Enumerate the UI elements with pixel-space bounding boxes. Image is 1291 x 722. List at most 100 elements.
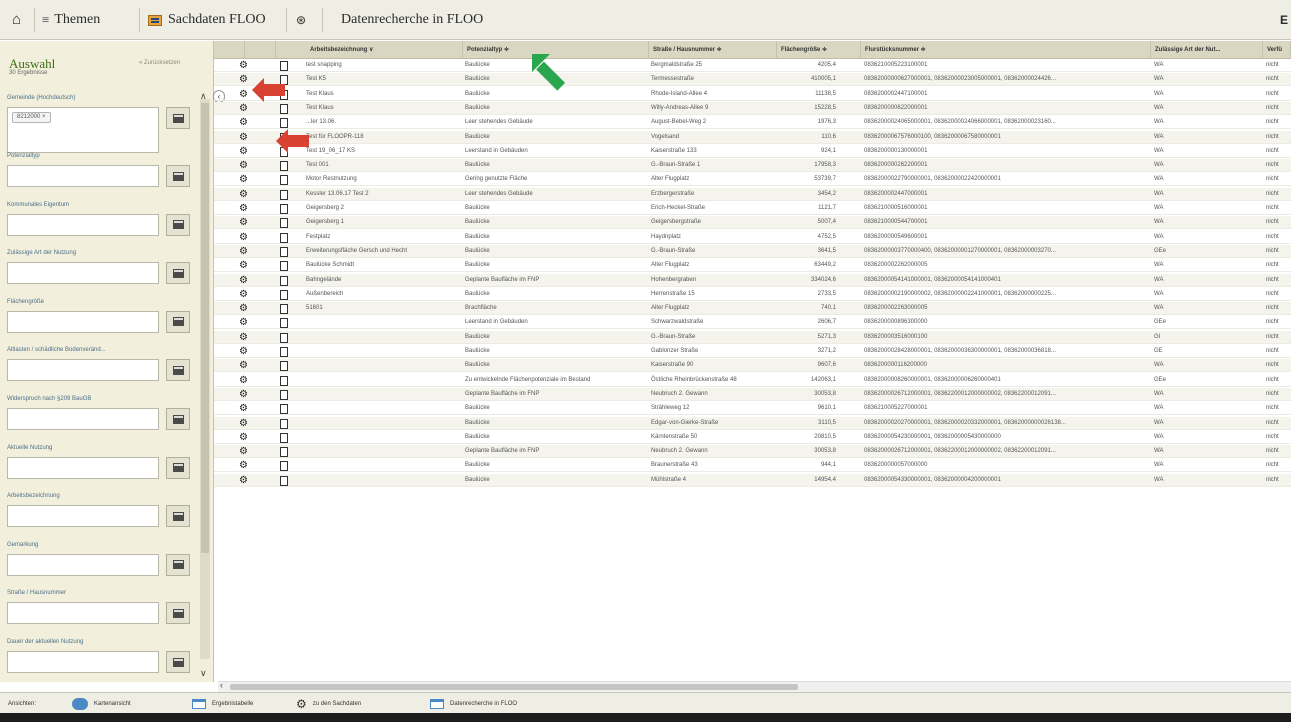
gear-icon[interactable]: ⚙ — [239, 331, 248, 344]
gear-icon[interactable]: ⚙ — [239, 245, 248, 258]
document-icon[interactable] — [280, 175, 288, 186]
gear-icon[interactable]: ⚙ — [239, 388, 248, 401]
filter-picker-button[interactable] — [166, 262, 190, 285]
toolbar-right-icon[interactable]: E — [1280, 0, 1288, 40]
table-row[interactable]: ⚙ Geplante Baufläche im FNP Neubruch 2. Ge… — [214, 387, 1291, 401]
gear-icon[interactable]: ⚙ — [239, 402, 248, 415]
gear-icon[interactable]: ⚙ — [239, 374, 248, 387]
gear-icon[interactable]: ⚙ — [239, 474, 248, 487]
filter-picker-button[interactable] — [166, 651, 190, 673]
table-row[interactable]: ⚙ Festplatz Baulücke Haydnplatz 4752,5 083620… — [214, 231, 1291, 244]
document-icon[interactable] — [280, 118, 288, 129]
document-icon[interactable] — [280, 347, 288, 357]
table-row[interactable]: ⚙ Test Klaus Baulücke Willy-Andreas-Allee 9… — [214, 101, 1291, 115]
table-row[interactable]: ⚙ Außenbereich Baulücke Herrenstraße 15 2733… — [214, 288, 1291, 301]
document-icon[interactable] — [280, 275, 288, 286]
filter-input[interactable] — [7, 651, 159, 673]
document-icon[interactable] — [280, 389, 288, 400]
table-row[interactable]: ⚙ Baulücke Schmidt Baulücke Alter Flugplatz… — [214, 259, 1291, 273]
gear-icon[interactable]: ⚙ — [239, 145, 248, 158]
horizontal-scroll-thumb[interactable] — [230, 684, 798, 690]
filter-picker-button[interactable] — [166, 359, 190, 382]
table-row[interactable]: ⚙ Zu entwickelnde Flächenpotenziale im Be… — [214, 374, 1291, 387]
gear-icon[interactable]: ⚙ — [239, 116, 248, 129]
filter-chip[interactable]: 8212000 × — [12, 112, 51, 123]
themen-button[interactable]: ≡ Themen — [42, 0, 100, 40]
document-icon[interactable] — [280, 404, 288, 415]
filter-picker-button[interactable] — [166, 310, 190, 333]
gear-icon[interactable]: ⚙ — [239, 202, 248, 215]
document-icon[interactable] — [280, 361, 288, 372]
table-row[interactable]: ⚙ Baulücke Gablonzer Straße 3271,2 083620000… — [214, 345, 1291, 358]
view-sachdaten-button[interactable]: ⚙ zu den Sachdaten — [296, 693, 361, 714]
gear-icon[interactable]: ⚙ — [239, 345, 248, 358]
table-row[interactable]: ⚙ Baulücke Braunerstraße 43 944,1 0836200000… — [214, 459, 1291, 473]
document-icon[interactable] — [280, 232, 288, 243]
table-row[interactable]: ⚙ Erweiterungsfläche Gersch und Hecht Baul… — [214, 244, 1291, 258]
document-icon[interactable] — [280, 261, 288, 272]
view-map-button[interactable]: Kartenansicht — [72, 693, 131, 714]
header-zulaessige-art[interactable]: Zulässige Art der Nut... — [1151, 41, 1263, 59]
filter-input[interactable] — [7, 262, 159, 285]
sidebar-scrollbar[interactable] — [200, 99, 210, 659]
filter-picker-button[interactable] — [166, 165, 190, 187]
gear-icon[interactable]: ⚙ — [239, 459, 248, 472]
document-icon[interactable] — [280, 304, 288, 315]
filter-picker-button[interactable] — [166, 107, 190, 129]
table-row[interactable]: ⚙ Motor Restnutzung Gering genutzte Fläche… — [214, 173, 1291, 187]
gear-icon[interactable]: ⚙ — [239, 431, 248, 444]
filter-input[interactable] — [7, 408, 159, 430]
gear-icon[interactable]: ⚙ — [239, 359, 248, 372]
gear-icon[interactable]: ⚙ — [239, 188, 248, 201]
document-icon[interactable] — [280, 418, 288, 429]
view-results-button[interactable]: Ergebnistabelle — [192, 693, 253, 714]
table-row[interactable]: ⚙ ...ler 13.06. Leer stehendes Gebäude Augu… — [214, 116, 1291, 130]
filter-picker-button[interactable] — [166, 456, 190, 479]
document-icon[interactable] — [280, 189, 288, 200]
table-row[interactable]: ⚙ Test für FLOOPR-118 Baulücke Vogelsand 110… — [214, 130, 1291, 144]
filter-input[interactable] — [7, 602, 159, 625]
horizontal-scrollbar[interactable]: ‹ — [218, 680, 1291, 692]
sachdaten-button[interactable]: Sachdaten FLOO — [148, 0, 266, 40]
filter-input[interactable] — [7, 456, 159, 479]
document-icon[interactable] — [280, 204, 288, 214]
table-row[interactable]: ⚙ Test K5 Baulücke Termessestraße 410005,1 08… — [214, 73, 1291, 87]
table-row[interactable]: ⚙ Kessler 13.06.17 Test 2 Leer stehendes G… — [214, 187, 1291, 201]
scroll-left-icon[interactable]: ‹ — [220, 680, 223, 690]
gear-icon[interactable]: ⚙ — [239, 88, 248, 101]
filter-input[interactable] — [7, 213, 159, 236]
table-row[interactable]: ⚙ Baulücke Strähleweg 12 9610,1 083621000522… — [214, 402, 1291, 416]
filter-input[interactable] — [7, 310, 159, 333]
gear-icon[interactable]: ⚙ — [239, 417, 248, 430]
gear-icon[interactable]: ⚙ — [239, 316, 248, 329]
scroll-down-icon[interactable]: ∨ — [200, 668, 207, 679]
table-row[interactable]: ⚙ Bahngelände Geplante Baufläche im FNP Hoh… — [214, 273, 1291, 287]
document-icon[interactable] — [280, 218, 288, 229]
filter-picker-button[interactable] — [166, 553, 190, 576]
header-strasse[interactable]: Straße / Hausnummer ≑ — [649, 41, 777, 59]
header-arbeitsbezeichnung[interactable]: Arbeitsbezeichnung ∨ — [306, 41, 463, 59]
table-row[interactable]: ⚙ Leerstand in Gebäuden Schwarzwaldstraße 2… — [214, 316, 1291, 330]
gear-icon[interactable]: ⚙ — [239, 159, 248, 172]
header-potenzialtyp[interactable]: Potenzialtyp ≑ — [463, 41, 649, 59]
table-row[interactable]: ⚙ Test 001 Baulücke G.-Braun-Straße 1 17958,… — [214, 159, 1291, 173]
sidebar-scroll-thumb[interactable] — [201, 103, 209, 553]
filter-input[interactable]: 8212000 × — [7, 107, 159, 153]
document-icon[interactable] — [280, 461, 288, 472]
view-recherche-button[interactable]: Datenrecherche in FLOO — [430, 693, 517, 714]
gear-icon[interactable]: ⚙ — [239, 288, 248, 301]
gear-icon[interactable]: ⚙ — [239, 231, 248, 244]
filter-picker-button[interactable] — [166, 505, 190, 528]
document-icon[interactable] — [280, 246, 288, 257]
table-row[interactable]: ⚙ Geigersberg 1 Baulücke Geigersbergstraße 5… — [214, 216, 1291, 230]
reset-link[interactable]: « Zurücksetzen — [139, 60, 180, 66]
loading-button[interactable]: ⊛ — [296, 0, 306, 40]
gear-icon[interactable]: ⚙ — [239, 73, 248, 86]
table-row[interactable]: ⚙ Test Klaus Baulücke Rhode-Island-Allee 41… — [214, 88, 1291, 101]
filter-picker-button[interactable] — [166, 213, 190, 236]
document-icon[interactable] — [280, 103, 288, 114]
gear-icon[interactable]: ⚙ — [239, 102, 248, 115]
header-flurstuecksnummer[interactable]: Flurstücksnummer ≑ — [861, 41, 1151, 59]
table-row[interactable]: ⚙ Baulücke Kärntenstraße 50 20810,5 08362000… — [214, 431, 1291, 444]
document-icon[interactable] — [280, 61, 288, 71]
